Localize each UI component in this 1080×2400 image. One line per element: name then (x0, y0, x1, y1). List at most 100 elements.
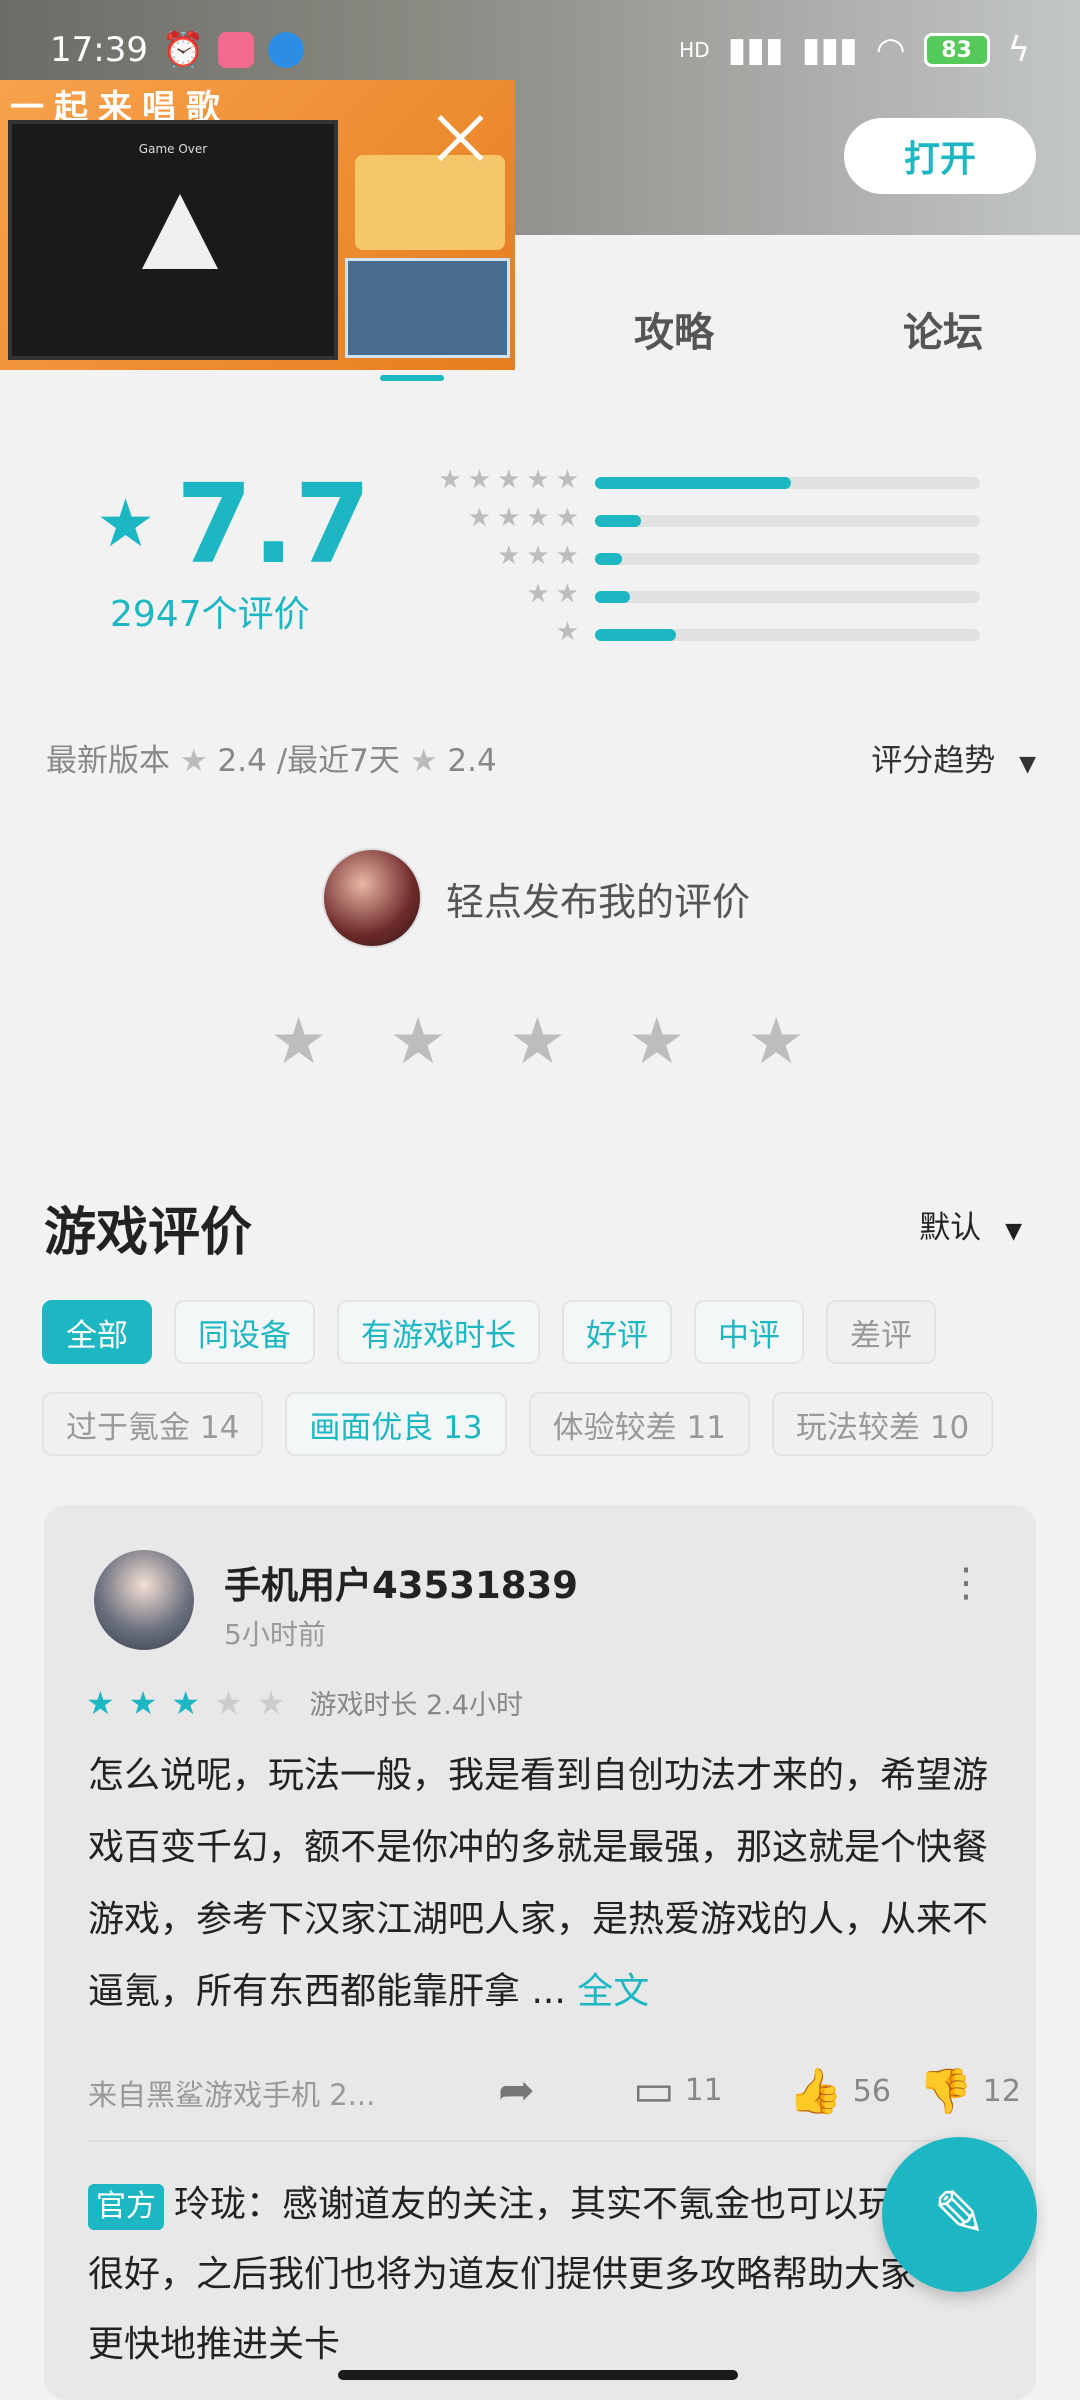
distribution-stars-icon: ★★★ (497, 541, 585, 571)
review-playtime: 游戏时长 2.4小时 (309, 1690, 523, 1721)
reviewer-name[interactable]: 手机用户43531839 (224, 1555, 578, 1609)
review-star-icon: ★ (86, 1683, 115, 1722)
tab-guide[interactable]: 攻略 (634, 300, 714, 358)
official-reply: 官方 玲珑：感谢道友的关注，其实不氪金也可以玩的很好，之后我们也将为道友们提供更多… (88, 2170, 948, 2380)
rate-star-2-icon[interactable]: ★ (389, 1005, 446, 1079)
like-count: 56 (852, 2073, 891, 2109)
distribution-fill (595, 477, 792, 489)
review-star-icon: ★ (214, 1683, 243, 1722)
pip-game-screen: Game Over (8, 120, 338, 360)
review-card[interactable]: 手机用户43531839 5小时前 ⋮ ★ ★ ★ ★ ★ 游戏时长 2.4小时 怎么说呢… (44, 1505, 1036, 2400)
review-footer: 来自黑鲨游戏手机 2... ➦ ▭ 11 👍 56 👎 12 (88, 2060, 1021, 2120)
home-indicator[interactable] (338, 2370, 738, 2380)
status-time: 17:39 (50, 30, 148, 70)
distribution-fill (595, 629, 676, 641)
review-filters: 全部 同设备 有游戏时长 好评 中评 差评 过于氪金 14 画面优良 13 体验较差 11 玩法… (42, 1300, 1042, 1484)
thumbs-up-icon: 👍 (788, 2066, 843, 2117)
rate-star-1-icon[interactable]: ★ (270, 1005, 327, 1079)
hd-label: HD (679, 38, 710, 62)
dislike-button[interactable]: 👎 12 (918, 2065, 1021, 2117)
read-more-link[interactable]: 全文 (577, 1971, 649, 2012)
distribution-row: ★ (395, 617, 995, 651)
filter-chip[interactable]: 差评 (826, 1300, 936, 1364)
like-button[interactable]: 👍 56 (788, 2065, 891, 2117)
battery-indicator: 83 (923, 33, 990, 67)
distribution-row: ★★ (395, 579, 995, 613)
version-score: 2.4 (217, 743, 267, 779)
distribution-fill (595, 515, 642, 527)
distribution-bar (595, 477, 980, 489)
review-star-icon: ★ (128, 1683, 158, 1722)
distribution-stars-icon: ★★ (526, 579, 585, 609)
share-button[interactable]: ➦ (498, 2065, 535, 2116)
official-reply-text: 玲珑：感谢道友的关注，其实不氪金也可以玩的很好，之后我们也将为道友们提供更多攻略… (88, 2184, 931, 2365)
thumbs-down-icon: 👎 (918, 2066, 973, 2117)
reviews-section-title: 游戏评价 (44, 1203, 253, 1263)
review-stars: ★ ★ ★ ★ ★ 游戏时长 2.4小时 (86, 1683, 523, 1722)
filter-chip[interactable]: 全部 (42, 1300, 152, 1364)
rating-summary: ★ 7.7 2947个评价 ★★★★★ ★★★★ ★★★ ★★ ★ (0, 440, 1080, 660)
distribution-bar (595, 629, 980, 641)
pip-camera-feed (345, 258, 510, 358)
filter-chip[interactable]: 玩法较差 10 (771, 1392, 994, 1456)
distribution-row: ★★★★★ (395, 465, 995, 499)
status-bar: 17:39 ⏰ HD ▮▮▮ ▮▮▮ ◠ 83 ϟ (0, 0, 1080, 100)
charging-icon: ϟ (1007, 30, 1030, 70)
divider (88, 2140, 1008, 2142)
write-review-button[interactable]: ✎ (882, 2137, 1037, 2292)
star-icon: ★ (179, 743, 208, 779)
post-review-prompt[interactable]: 轻点发布我的评价 (322, 848, 750, 948)
filter-chip[interactable]: 过于氪金 14 (42, 1392, 264, 1456)
alarm-icon: ⏰ (161, 30, 205, 70)
sort-dropdown[interactable]: 默认 ▼ (919, 1202, 1022, 1247)
pip-close-icon[interactable] (430, 108, 490, 168)
dislike-count: 12 (982, 2073, 1021, 2109)
browser-app-icon (268, 32, 305, 68)
pen-icon: ✎ (932, 2177, 987, 2252)
review-star-icon: ★ (256, 1683, 286, 1722)
comment-button[interactable]: ▭ 11 (633, 2065, 723, 2116)
pip-video-window[interactable]: 一起来唱歌 Game Over (0, 80, 515, 370)
signal-icon: ▮▮▮ (727, 30, 784, 70)
post-review-text: 轻点发布我的评价 (446, 879, 751, 924)
filter-chip[interactable]: 同设备 (174, 1300, 315, 1364)
tab-indicator (380, 375, 444, 381)
filter-row-2: 过于氪金 14 画面优良 13 体验较差 11 玩法较差 10 (42, 1392, 1042, 1456)
rate-star-5-icon[interactable]: ★ (748, 1005, 805, 1079)
share-icon: ➦ (498, 2065, 535, 2116)
tab-forum[interactable]: 论坛 (903, 300, 983, 358)
recent-label: /最近7天 (276, 743, 400, 779)
filter-chip[interactable]: 体验较差 11 (528, 1392, 750, 1456)
more-options-icon[interactable]: ⋮ (946, 1560, 986, 1606)
pip-triangle-icon (142, 194, 218, 269)
wifi-icon: ◠ (875, 30, 906, 70)
sort-label: 默认 (919, 1210, 982, 1246)
rate-star-3-icon[interactable]: ★ (509, 1005, 566, 1079)
distribution-stars-icon: ★ (555, 617, 585, 647)
dropdown-icon: ▼ (1019, 752, 1036, 777)
star-icon: ★ (409, 743, 438, 779)
comment-icon: ▭ (633, 2065, 675, 2116)
review-body[interactable]: 怎么说呢，玩法一般，我是看到自创功法才来的，希望游戏百变千幻，额不是你冲的多就是… (88, 1740, 1008, 2028)
filter-chip[interactable]: 有游戏时长 (337, 1300, 540, 1364)
reviewer-avatar[interactable] (94, 1550, 194, 1650)
rate-star-4-icon[interactable]: ★ (628, 1005, 685, 1079)
version-rating-row: 最新版本 ★ 2.4 /最近7天 ★ 2.4 评分趋势 ▼ (46, 735, 1036, 780)
bilibili-app-icon (218, 32, 255, 68)
distribution-fill (595, 553, 622, 565)
filter-chip[interactable]: 画面优良 13 (285, 1392, 507, 1456)
distribution-bar (595, 553, 980, 565)
filter-chip[interactable]: 好评 (562, 1300, 672, 1364)
filter-row-1: 全部 同设备 有游戏时长 好评 中评 差评 (42, 1300, 1042, 1364)
pip-game-text: Game Over (138, 142, 208, 156)
rating-count: 2947个评价 (110, 594, 310, 635)
distribution-stars-icon: ★★★★ (467, 503, 585, 533)
distribution-bar (595, 515, 980, 527)
rating-trend-button[interactable]: 评分趋势 ▼ (871, 735, 1036, 780)
distribution-fill (595, 591, 630, 603)
trend-label: 评分趋势 (871, 743, 996, 779)
open-app-button[interactable]: 打开 (844, 118, 1036, 194)
filter-chip[interactable]: 中评 (694, 1300, 804, 1364)
rating-distribution: ★★★★★ ★★★★ ★★★ ★★ ★ (395, 465, 995, 655)
dropdown-icon: ▼ (1005, 1219, 1022, 1244)
